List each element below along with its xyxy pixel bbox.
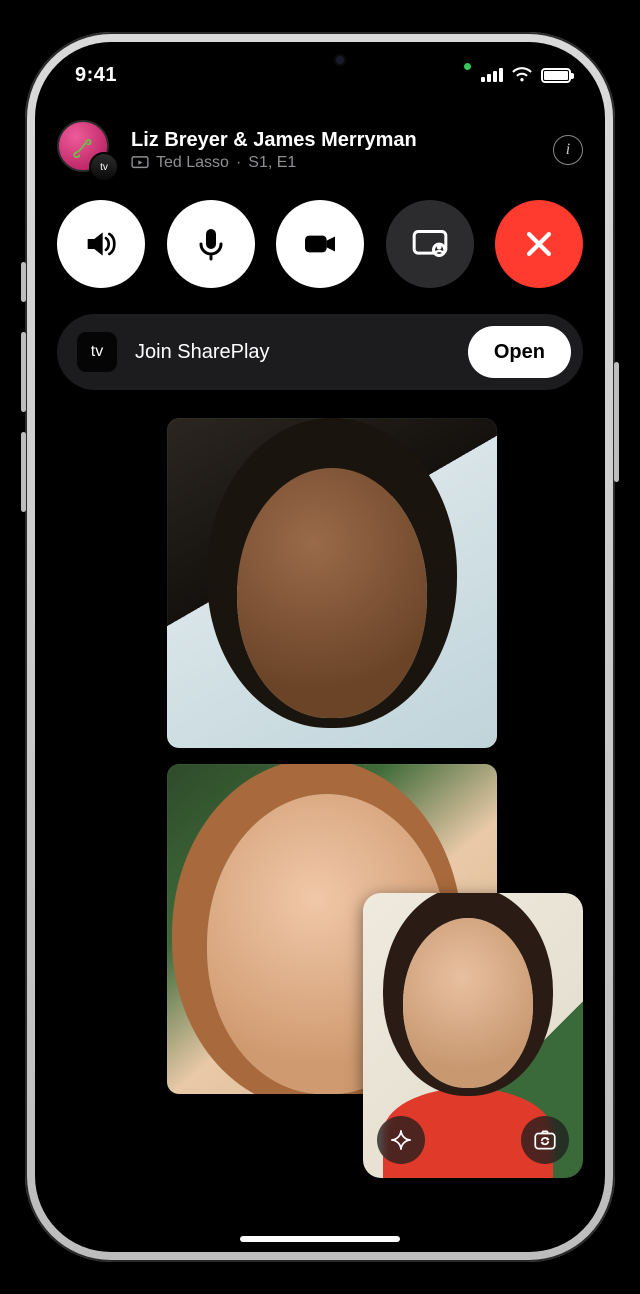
self-view-pip[interactable]: [363, 893, 583, 1178]
facetime-overlay: tv Liz Breyer & James Merryman Ted Lasso…: [35, 112, 605, 1252]
camera-indicator-dot: [464, 63, 471, 70]
wifi-icon: [511, 67, 533, 83]
shareplay-banner[interactable]: tv Join SharePlay Open: [57, 314, 583, 390]
video-tiles: [57, 418, 583, 1178]
avatar-sub-appletv: tv: [89, 152, 119, 182]
appletv-app-icon: tv: [77, 332, 117, 372]
phone-frame: 9:41 tv: [25, 32, 615, 1262]
participant-tile-1[interactable]: [167, 418, 497, 748]
screen: 9:41 tv: [35, 42, 605, 1252]
status-right: [464, 67, 571, 83]
home-indicator[interactable]: [240, 1236, 400, 1242]
shareplay-icon: [131, 156, 149, 170]
call-header[interactable]: tv Liz Breyer & James Merryman Ted Lasso…: [57, 120, 583, 180]
now-playing-subline: Ted Lasso · S1, E1: [131, 154, 539, 172]
group-avatar: tv: [57, 120, 117, 180]
effects-button[interactable]: [377, 1116, 425, 1164]
cellular-icon: [481, 68, 503, 82]
media-title: Ted Lasso: [156, 154, 229, 172]
status-time: 9:41: [75, 64, 117, 87]
battery-icon: [541, 68, 571, 83]
share-content-button[interactable]: [386, 200, 474, 288]
participants-title: Liz Breyer & James Merryman: [131, 129, 539, 152]
mute-button[interactable]: [167, 200, 255, 288]
participant-face: [237, 468, 427, 718]
notch: [220, 42, 420, 78]
self-face: [403, 918, 533, 1088]
open-button[interactable]: Open: [468, 326, 571, 378]
call-controls: [57, 200, 583, 288]
media-episode: S1, E1: [248, 154, 296, 172]
side-button: [21, 262, 26, 302]
end-call-button[interactable]: [495, 200, 583, 288]
call-info: Liz Breyer & James Merryman Ted Lasso · …: [131, 129, 539, 172]
shareplay-prompt: Join SharePlay: [135, 341, 450, 364]
camera-button[interactable]: [276, 200, 364, 288]
power-button: [614, 362, 619, 482]
volume-up-button: [21, 332, 26, 412]
volume-down-button: [21, 432, 26, 512]
speaker-button[interactable]: [57, 200, 145, 288]
flip-camera-button[interactable]: [521, 1116, 569, 1164]
info-button[interactable]: i: [553, 135, 583, 165]
